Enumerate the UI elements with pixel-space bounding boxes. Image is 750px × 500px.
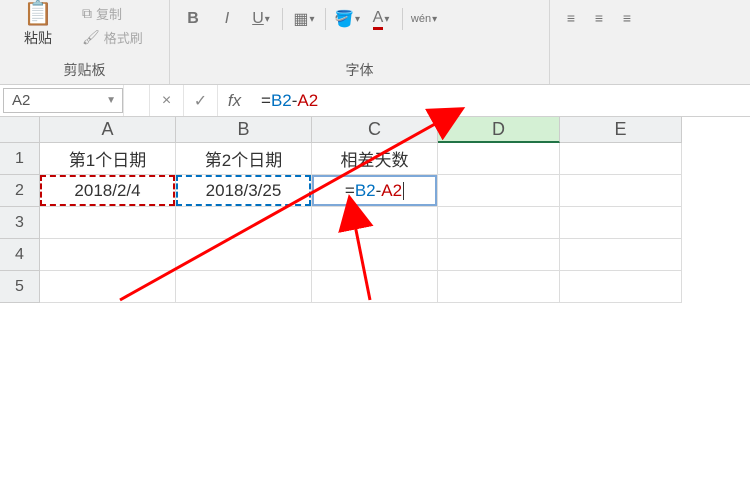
cell-c2[interactable]: =B2-A2	[312, 175, 438, 207]
ribbon-group-alignment: ≡ ≡ ≡	[550, 0, 750, 84]
cell-a2-value: 2018/2/4	[74, 181, 140, 201]
row-header-1[interactable]: 1	[0, 143, 40, 175]
row-header-3[interactable]: 3	[0, 207, 40, 239]
row-headers: 1 2 3 4 5	[0, 143, 40, 303]
row-header-5[interactable]: 5	[0, 271, 40, 303]
chevron-down-icon: ▼	[106, 95, 116, 106]
text-caret	[403, 182, 404, 200]
separator	[402, 8, 403, 30]
cell-c2-editing-content: =B2-A2	[345, 181, 404, 201]
cell-e4[interactable]	[560, 239, 682, 271]
format-painter-button[interactable]: 🖌 格式刷	[78, 26, 147, 48]
edit-equals: =	[345, 181, 355, 200]
copy-label: 复制	[96, 4, 122, 23]
cell-e2[interactable]	[560, 175, 682, 207]
column-header-a[interactable]: A	[40, 117, 176, 143]
cells-area: 第1个日期 第2个日期 相差天数 2018/2/4 2018/3/25 =B2-…	[40, 143, 682, 303]
cell-d1[interactable]	[438, 143, 560, 175]
insert-function-button[interactable]: fx	[217, 85, 251, 116]
cell-c4[interactable]	[312, 239, 438, 271]
border-button[interactable]: ▦▾	[289, 6, 319, 32]
formula-bar: A2 ▼ × ✓ fx =B2-A2	[0, 85, 750, 117]
paintbrush-icon: 🖌	[82, 29, 100, 46]
cell-c5[interactable]	[312, 271, 438, 303]
align-top-button[interactable]: ≡	[558, 6, 584, 30]
cell-e3[interactable]	[560, 207, 682, 239]
cell-e5[interactable]	[560, 271, 682, 303]
clipboard-icon: 📋	[23, 2, 53, 26]
cell-a1[interactable]: 第1个日期	[40, 143, 176, 175]
alignment-group-label	[558, 78, 742, 84]
name-box-value: A2	[12, 92, 30, 109]
column-headers: A B C D E	[40, 117, 682, 143]
column-header-d[interactable]: D	[438, 117, 560, 143]
phonetic-button[interactable]: wén▾	[409, 6, 439, 32]
name-box[interactable]: A2 ▼	[3, 88, 123, 113]
fill-color-button[interactable]: 🪣▾	[332, 6, 362, 32]
cancel-icon: ×	[162, 92, 171, 110]
underline-button[interactable]: U▾	[246, 6, 276, 32]
bold-button[interactable]: B	[178, 6, 208, 32]
clipboard-group-label: 剪贴板	[8, 58, 161, 84]
cell-d2[interactable]	[438, 175, 560, 207]
italic-button[interactable]: I	[212, 6, 242, 32]
cell-b2-value: 2018/3/25	[206, 181, 282, 201]
cell-d3[interactable]	[438, 207, 560, 239]
cell-b5[interactable]	[176, 271, 312, 303]
font-group-label: 字体	[178, 58, 541, 84]
ribbon: 📋 粘贴 ⧉ 复制 🖌 格式刷 剪贴板 B I U▾	[0, 0, 750, 85]
formula-ref-b2: B2	[271, 91, 292, 111]
cell-b1[interactable]: 第2个日期	[176, 143, 312, 175]
edit-ref-a2: A2	[381, 181, 402, 200]
cell-b3[interactable]	[176, 207, 312, 239]
column-header-e[interactable]: E	[560, 117, 682, 143]
font-color-button[interactable]: A▾	[366, 6, 396, 32]
column-header-b[interactable]: B	[176, 117, 312, 143]
check-icon: ✓	[194, 91, 207, 111]
separator	[282, 8, 283, 30]
ribbon-group-clipboard: 📋 粘贴 ⧉ 复制 🖌 格式刷 剪贴板	[0, 0, 170, 84]
formula-bar-spacer	[123, 85, 149, 116]
cell-a3[interactable]	[40, 207, 176, 239]
cell-d4[interactable]	[438, 239, 560, 271]
fx-icon: fx	[228, 91, 241, 111]
ribbon-group-font: B I U▾ ▦▾ 🪣▾ A▾ wén▾ 字体	[170, 0, 550, 84]
cell-d5[interactable]	[438, 271, 560, 303]
column-header-c[interactable]: C	[312, 117, 438, 143]
copy-button[interactable]: ⧉ 复制	[78, 2, 147, 24]
cell-c3[interactable]	[312, 207, 438, 239]
cell-c1[interactable]: 相差天数	[312, 143, 438, 175]
formula-equals: =	[261, 91, 271, 111]
cell-a5[interactable]	[40, 271, 176, 303]
cell-e1[interactable]	[560, 143, 682, 175]
enter-button[interactable]: ✓	[183, 85, 217, 116]
formula-ref-a2: A2	[297, 91, 318, 111]
row-header-2[interactable]: 2	[0, 175, 40, 207]
cell-b4[interactable]	[176, 239, 312, 271]
align-middle-button[interactable]: ≡	[586, 6, 612, 30]
cancel-button[interactable]: ×	[149, 85, 183, 116]
cell-a2[interactable]: 2018/2/4	[40, 175, 176, 207]
select-all-corner[interactable]	[0, 117, 40, 143]
cell-b2[interactable]: 2018/3/25	[176, 175, 312, 207]
separator	[325, 8, 326, 30]
edit-ref-b2: B2	[355, 181, 376, 200]
format-painter-label: 格式刷	[104, 28, 143, 47]
copy-icon: ⧉	[82, 5, 92, 22]
cell-a4[interactable]	[40, 239, 176, 271]
align-bottom-button[interactable]: ≡	[614, 6, 640, 30]
paste-label: 粘贴	[24, 28, 52, 48]
row-header-4[interactable]: 4	[0, 239, 40, 271]
formula-input[interactable]: =B2-A2	[251, 85, 750, 116]
paste-button[interactable]: 📋 粘贴	[8, 2, 68, 48]
